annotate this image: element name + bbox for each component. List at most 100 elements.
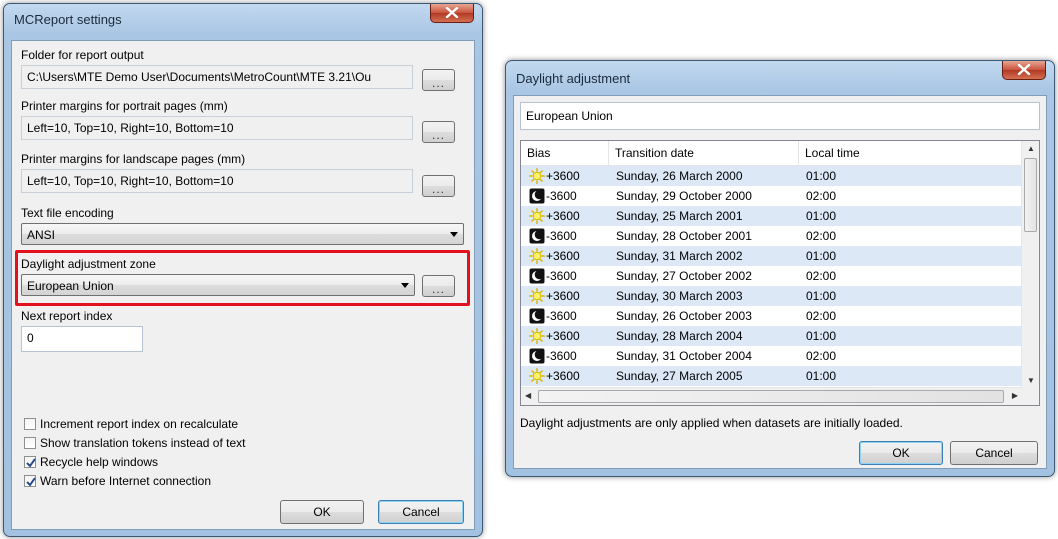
checkbox-label: Warn before Internet connection: [40, 474, 211, 488]
encoding-label: Text file encoding: [21, 206, 114, 220]
table-row[interactable]: -3600 Sunday, 27 October 2002 02:00: [521, 266, 1022, 286]
moon-icon: [529, 308, 545, 324]
daylight-zone-button[interactable]: ...: [422, 275, 455, 297]
scroll-thumb[interactable]: [1024, 158, 1037, 232]
checkmark-icon: [26, 477, 36, 487]
daylight-zone-label: Daylight adjustment zone: [21, 257, 156, 271]
daylight-client-area: European Union Bias Transition date Loca…: [513, 95, 1047, 469]
report-index-label: Next report index: [21, 309, 113, 323]
encoding-dropdown[interactable]: ANSI: [21, 223, 464, 245]
table-row[interactable]: -3600 Sunday, 29 October 2000 02:00: [521, 186, 1022, 206]
scroll-up-icon[interactable]: ▲: [1027, 144, 1035, 153]
table-row[interactable]: +3600 Sunday, 27 March 2005 01:00: [521, 366, 1022, 386]
local-time-cell: 02:00: [806, 349, 837, 363]
list-header: Bias Transition date Local time: [521, 141, 1022, 166]
vertical-scrollbar[interactable]: ▲ ▼: [1021, 141, 1039, 388]
scroll-corner: [1022, 388, 1039, 405]
table-row[interactable]: -3600 Sunday, 31 October 2004 02:00: [521, 346, 1022, 366]
transition-date-cell: Sunday, 28 October 2001: [616, 229, 752, 243]
transition-date-cell: Sunday, 30 March 2003: [616, 289, 743, 303]
checkbox-label: Recycle help windows: [40, 455, 159, 469]
cancel-button[interactable]: Cancel: [378, 500, 464, 524]
checkbox-box[interactable]: [24, 437, 36, 449]
scroll-left-icon[interactable]: ◀: [525, 391, 531, 400]
transition-date-cell: Sunday, 25 March 2001: [616, 209, 743, 223]
checkbox-label: Increment report index on recalculate: [40, 417, 239, 431]
table-row[interactable]: +3600 Sunday, 25 March 2001 01:00: [521, 206, 1022, 226]
close-button[interactable]: [430, 4, 474, 23]
table-row[interactable]: +3600 Sunday, 31 March 2002 01:00: [521, 246, 1022, 266]
landscape-margins-button[interactable]: ...: [422, 175, 455, 197]
local-time-cell: 01:00: [806, 329, 837, 343]
zone-name-field[interactable]: European Union: [520, 102, 1040, 130]
scroll-thumb[interactable]: [538, 390, 1004, 403]
window-title: Daylight adjustment: [516, 71, 631, 86]
portrait-margins-button[interactable]: ...: [422, 121, 455, 143]
table-row[interactable]: -3600 Sunday, 26 October 2003 02:00: [521, 306, 1022, 326]
translation-tokens-checkbox[interactable]: Show translation tokens instead of text: [24, 436, 245, 450]
horizontal-scrollbar[interactable]: ◀ ▶: [521, 387, 1022, 405]
bias-cell: -3600: [546, 229, 577, 243]
daylight-cancel-button[interactable]: Cancel: [950, 441, 1038, 465]
local-time-cell: 02:00: [806, 229, 837, 243]
transition-date-cell: Sunday, 27 October 2002: [616, 269, 752, 283]
chevron-down-icon: [450, 232, 458, 237]
moon-icon: [529, 228, 545, 244]
bias-cell: -3600: [546, 349, 577, 363]
landscape-margins-field[interactable]: Left=10, Top=10, Right=10, Bottom=10: [21, 169, 413, 193]
local-time-cell: 01:00: [806, 209, 837, 223]
ok-button[interactable]: OK: [280, 500, 364, 524]
list-rows: +3600 Sunday, 26 March 2000 01:00 -3600 Sund…: [521, 166, 1022, 388]
local-time-cell: 01:00: [806, 249, 837, 263]
transition-date-cell: Sunday, 27 March 2005: [616, 369, 743, 383]
daylight-zone-dropdown[interactable]: European Union: [21, 274, 415, 296]
portrait-margins-field[interactable]: Left=10, Top=10, Right=10, Bottom=10: [21, 116, 413, 140]
local-time-cell: 01:00: [806, 289, 837, 303]
local-time-cell: 02:00: [806, 269, 837, 283]
daylight-ok-button[interactable]: OK: [859, 441, 943, 465]
column-header-transition-date[interactable]: Transition date: [609, 141, 799, 165]
transition-date-cell: Sunday, 26 March 2000: [616, 169, 743, 183]
daylight-zone-value: European Union: [27, 279, 114, 293]
landscape-margins-label: Printer margins for landscape pages (mm): [21, 152, 246, 166]
table-row[interactable]: +3600 Sunday, 26 March 2000 01:00: [521, 166, 1022, 186]
bias-cell: +3600: [546, 209, 580, 223]
bias-cell: +3600: [546, 289, 580, 303]
recycle-help-checkbox[interactable]: Recycle help windows: [24, 455, 158, 469]
bias-cell: +3600: [546, 169, 580, 183]
close-button[interactable]: [1002, 61, 1046, 80]
window-title: MCReport settings: [14, 12, 122, 27]
increment-index-checkbox[interactable]: Increment report index on recalculate: [24, 417, 238, 431]
folder-field[interactable]: C:\Users\MTE Demo User\Documents\MetroCo…: [21, 65, 413, 89]
close-icon: [445, 7, 459, 18]
table-row[interactable]: -3600 Sunday, 28 October 2001 02:00: [521, 226, 1022, 246]
table-row[interactable]: +3600 Sunday, 28 March 2004 01:00: [521, 326, 1022, 346]
table-row[interactable]: +3600 Sunday, 30 March 2003 01:00: [521, 286, 1022, 306]
warn-internet-checkbox[interactable]: Warn before Internet connection: [24, 474, 211, 488]
bias-cell: +3600: [546, 329, 580, 343]
checkbox-box[interactable]: [24, 456, 36, 468]
bias-cell: -3600: [546, 309, 577, 323]
column-header-local-time[interactable]: Local time: [799, 141, 1022, 165]
report-index-field[interactable]: 0: [21, 326, 143, 352]
mcreport-settings-window: MCReport settings Folder for report outp…: [3, 3, 483, 537]
folder-browse-button[interactable]: ...: [422, 69, 455, 91]
scroll-right-icon[interactable]: ▶: [1012, 391, 1018, 400]
local-time-cell: 01:00: [806, 169, 837, 183]
checkbox-label: Show translation tokens instead of text: [40, 436, 246, 450]
checkmark-icon: [26, 458, 36, 468]
close-icon: [1017, 64, 1031, 75]
daylight-adjustment-window: Daylight adjustment European Union Bias …: [505, 60, 1055, 477]
column-header-bias[interactable]: Bias: [521, 141, 609, 165]
transitions-list[interactable]: Bias Transition date Local time +3600 Sun…: [520, 140, 1040, 406]
checkbox-box[interactable]: [24, 475, 36, 487]
transition-date-cell: Sunday, 31 March 2002: [616, 249, 743, 263]
folder-label: Folder for report output: [21, 48, 144, 62]
sun-icon: [529, 168, 545, 184]
checkbox-box[interactable]: [24, 418, 36, 430]
title-bar[interactable]: Daylight adjustment: [506, 61, 1054, 89]
sun-icon: [529, 248, 545, 264]
title-bar[interactable]: MCReport settings: [4, 4, 482, 32]
scroll-down-icon[interactable]: ▼: [1027, 376, 1035, 385]
daylight-note: Daylight adjustments are only applied wh…: [520, 416, 903, 430]
